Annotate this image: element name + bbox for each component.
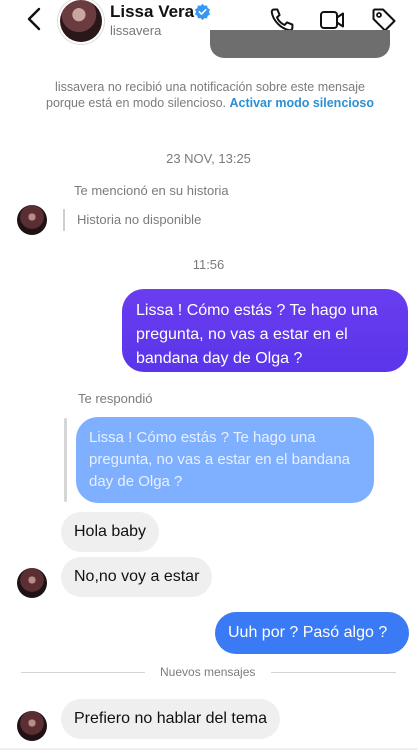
received-message-bubble[interactable]: Prefiero no hablar del tema [61, 699, 280, 739]
timestamp: 11:56 [192, 257, 225, 272]
divider-line-left [21, 672, 145, 673]
quoted-message-bubble[interactable]: Lissa ! Cómo estás ? Te hago una pregunt… [76, 417, 374, 503]
story-quote-bar [63, 209, 65, 231]
contact-avatar-small[interactable] [17, 568, 47, 598]
new-messages-divider-label: Nuevos mensajes [160, 665, 256, 679]
reply-quote-bar [64, 418, 67, 502]
contact-avatar[interactable] [60, 0, 102, 42]
received-message-bubble[interactable]: Hola baby [61, 512, 160, 552]
replied-label: Te respondió [78, 391, 153, 406]
timestamp: 23 NOV, 13:25 [166, 151, 251, 166]
story-unavailable-text: Historia no disponible [77, 212, 202, 227]
silent-mode-notice: lissavera no recibió una notificación so… [40, 79, 380, 111]
divider-line-right [271, 672, 396, 673]
contact-name[interactable]: Lissa Vera [110, 2, 194, 22]
activate-silent-mode-link[interactable]: Activar modo silencioso [229, 96, 373, 110]
sent-message-bubble[interactable]: Lissa ! Cómo estás ? Te hago una pregunt… [122, 289, 408, 372]
contact-avatar-small[interactable] [17, 711, 47, 741]
received-message-bubble[interactable]: No,no voy a estar [61, 557, 213, 597]
contact-handle: lissavera [110, 23, 162, 38]
back-chevron-icon[interactable] [22, 6, 48, 32]
verified-icon [194, 3, 211, 20]
sent-message-bubble[interactable]: Uuh por ? Pasó algo ? [215, 612, 409, 654]
story-mention-label: Te mencionó en su historia [74, 183, 229, 198]
contact-avatar-small[interactable] [17, 205, 47, 235]
previous-message-bubble [210, 30, 390, 58]
